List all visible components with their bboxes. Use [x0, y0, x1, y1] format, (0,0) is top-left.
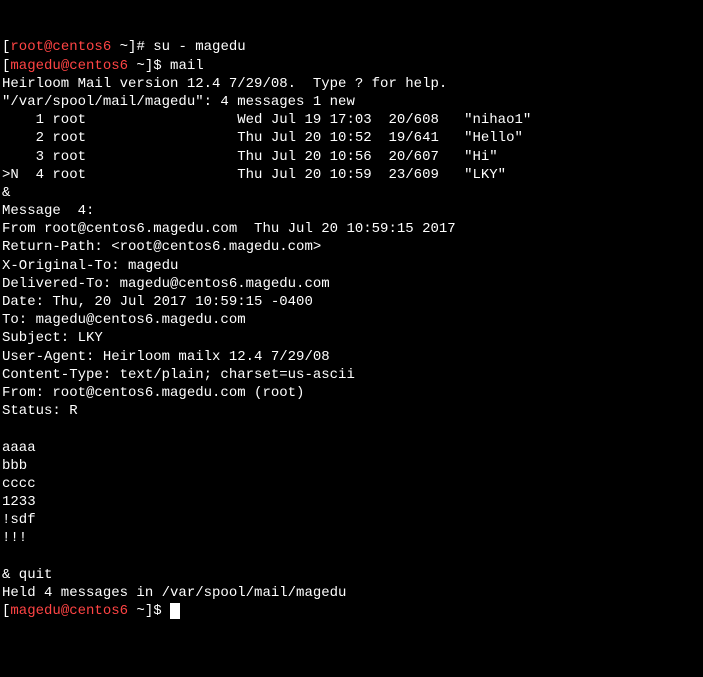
message-from-header: From: root@centos6.magedu.com (root) [2, 385, 304, 401]
mail-list-row: 2 root Thu Jul 20 10:52 19/641 "Hello" [2, 130, 523, 146]
message-status: Status: R [2, 403, 78, 419]
message-content-type: Content-Type: text/plain; charset=us-asc… [2, 367, 355, 383]
prompt-suffix: ~]$ [128, 58, 170, 74]
mail-held-messages: Held 4 messages in /var/spool/mail/maged… [2, 585, 346, 601]
message-body-line: aaaa [2, 440, 36, 456]
command-text: mail [170, 58, 204, 74]
mail-list-row-new: >N 4 root Thu Jul 20 10:59 23/609 "LKY" [2, 167, 506, 183]
message-delivered-to: Delivered-To: magedu@centos6.magedu.com [2, 276, 330, 292]
message-body-line: 1233 [2, 494, 36, 510]
message-return-path: Return-Path: <root@centos6.magedu.com> [2, 239, 321, 255]
mail-list-row: 3 root Thu Jul 20 10:56 20/607 "Hi" [2, 149, 498, 165]
prompt-suffix: ~]# [111, 39, 153, 55]
mail-list-row: 1 root Wed Jul 19 17:03 20/608 "nihao1" [2, 112, 531, 128]
message-to: To: magedu@centos6.magedu.com [2, 312, 246, 328]
prompt-suffix: ~]$ [128, 603, 170, 619]
message-date: Date: Thu, 20 Jul 2017 10:59:15 -0400 [2, 294, 313, 310]
message-subject: Subject: LKY [2, 330, 103, 346]
prompt-user-host: magedu@centos6 [10, 58, 128, 74]
message-body-line: cccc [2, 476, 36, 492]
mail-quit-command: & quit [2, 567, 52, 583]
message-user-agent: User-Agent: Heirloom mailx 12.4 7/29/08 [2, 349, 330, 365]
prompt-user-host: root@centos6 [10, 39, 111, 55]
message-from-line: From root@centos6.magedu.com Thu Jul 20 … [2, 221, 456, 237]
mailbox-info-line: "/var/spool/mail/magedu": 4 messages 1 n… [2, 94, 355, 110]
prompt-user-host: magedu@centos6 [10, 603, 128, 619]
cursor[interactable] [170, 603, 180, 619]
message-body-line: bbb [2, 458, 27, 474]
terminal-output[interactable]: [root@centos6 ~]# su - magedu [magedu@ce… [2, 38, 701, 620]
message-header: Message 4: [2, 203, 94, 219]
command-text: su - magedu [153, 39, 245, 55]
mail-version-line: Heirloom Mail version 12.4 7/29/08. Type… [2, 76, 447, 92]
message-body-line: !!! [2, 530, 27, 546]
message-x-original-to: X-Original-To: magedu [2, 258, 178, 274]
mail-prompt: & [2, 185, 10, 201]
message-body-line: !sdf [2, 512, 36, 528]
